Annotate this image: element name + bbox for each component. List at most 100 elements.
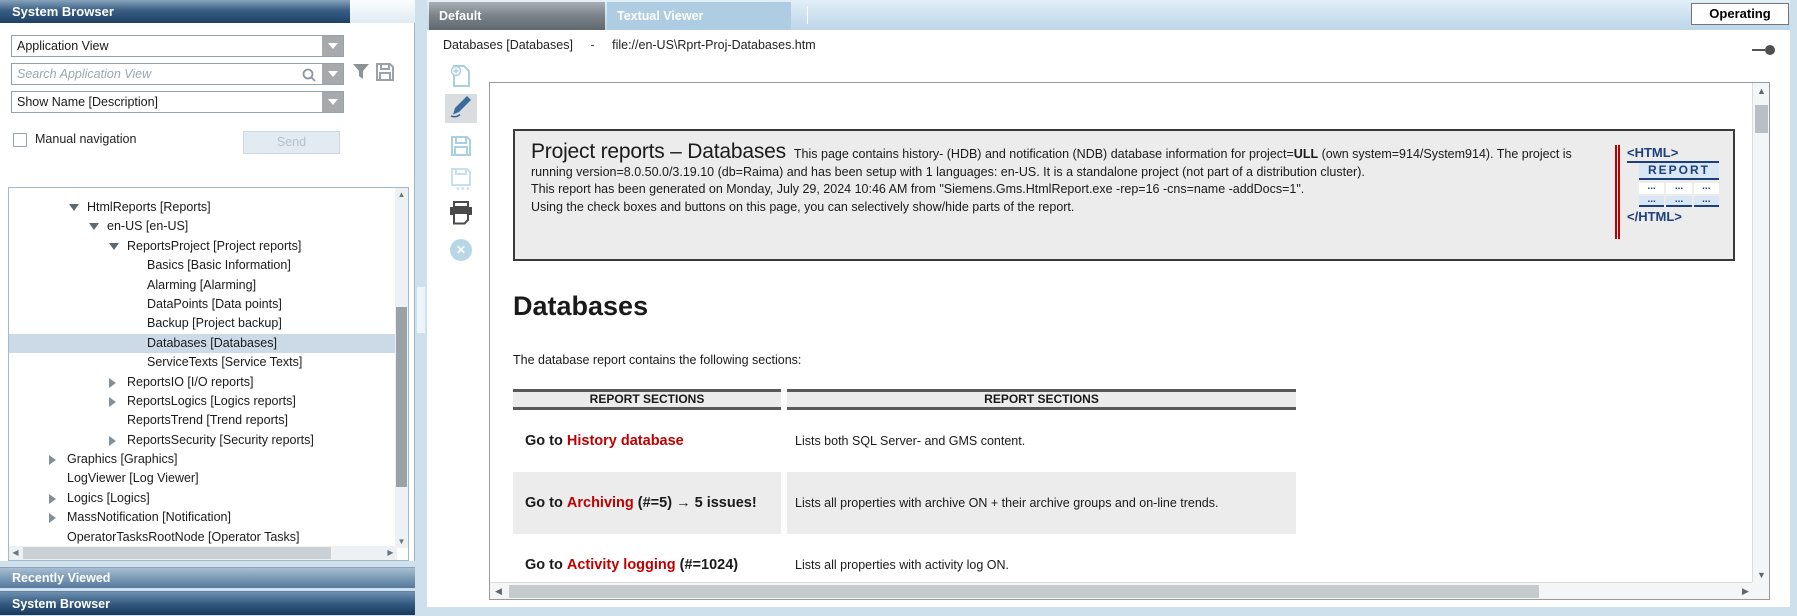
tree-item[interactable]: Databases [Databases] xyxy=(9,334,397,353)
save-search-icon[interactable] xyxy=(375,62,395,87)
expand-icon[interactable] xyxy=(49,455,56,465)
section-link-cell: Go to History database xyxy=(513,410,781,472)
recently-viewed-bar[interactable]: Recently Viewed xyxy=(0,567,415,588)
tree-item[interactable]: ReportsTrend [Trend reports] xyxy=(9,411,397,430)
tree-item[interactable]: en-US [en-US] xyxy=(9,217,397,236)
save-report-button[interactable] xyxy=(445,134,477,163)
tree-item-label: DataPoints [Data points] xyxy=(147,295,282,314)
tree-item[interactable]: MassNotification [Notification] xyxy=(9,508,397,527)
tree-item[interactable]: DataPoints [Data points] xyxy=(9,295,397,314)
expand-icon[interactable] xyxy=(109,436,116,446)
send-button[interactable]: Send xyxy=(243,131,340,154)
manual-navigation-checkbox[interactable] xyxy=(13,133,27,147)
tree-item[interactable]: ReportsLogics [Logics reports] xyxy=(9,392,397,411)
scroll-left-icon[interactable]: ◀ xyxy=(9,546,22,559)
breadcrumb: Databases [Databases] - file://en-US\Rpr… xyxy=(443,38,816,52)
scrollbar-thumb[interactable] xyxy=(23,547,331,559)
section-link[interactable]: History database xyxy=(567,433,684,449)
expand-icon[interactable] xyxy=(109,378,116,388)
report-section-row: Go to Archiving (#=5) → 5 issues!Lists a… xyxy=(513,472,1296,534)
workspace-content: Databases [Databases] - file://en-US\Rpr… xyxy=(427,30,1790,607)
scrollbar-thumb[interactable] xyxy=(396,307,407,487)
go-to-text: Go to xyxy=(525,433,567,449)
tree-item-label: Databases [Databases] xyxy=(147,334,277,353)
tree-item[interactable]: ReportsProject [Project reports] xyxy=(9,237,397,256)
operating-mode-button[interactable]: Operating xyxy=(1691,3,1789,25)
report-sections-table: REPORT SECTIONS REPORT SECTIONS Go to Hi… xyxy=(513,389,1296,584)
display-mode-value: Show Name [Description] xyxy=(17,95,158,109)
chevron-down-icon[interactable] xyxy=(322,92,343,112)
tree-item-label: ReportsTrend [Trend reports] xyxy=(127,411,288,430)
document-title: Databases [Databases] xyxy=(443,38,573,52)
tree-item-label: HtmlReports [Reports] xyxy=(87,198,211,217)
tree-item-label: LogViewer [Log Viewer] xyxy=(67,469,199,488)
tree-item-label: ReportsIO [I/O reports] xyxy=(127,373,253,392)
splitter-grip-icon[interactable] xyxy=(417,287,425,333)
expand-icon[interactable] xyxy=(49,494,56,504)
breadcrumb-separator: - xyxy=(590,38,594,52)
expand-icon[interactable] xyxy=(109,397,116,407)
section-link-cell: Go to Archiving (#=5) → 5 issues! xyxy=(513,472,781,534)
report-section-row: Go to History databaseLists both SQL Ser… xyxy=(513,410,1296,472)
tree-item[interactable]: ReportsSecurity [Security reports] xyxy=(9,431,397,450)
section-suffix: (#=5) → 5 issues! xyxy=(634,495,757,511)
scroll-up-icon[interactable]: ▲ xyxy=(395,188,408,201)
save-as-report-button[interactable] xyxy=(445,167,477,196)
tree-item[interactable]: ServiceTexts [Service Texts] xyxy=(9,353,397,372)
tree-vertical-scrollbar[interactable]: ▲ ▼ xyxy=(395,188,408,548)
panel-splitter[interactable] xyxy=(415,0,427,615)
scrollbar-thumb[interactable] xyxy=(509,585,1539,598)
pin-icon[interactable] xyxy=(1752,43,1776,61)
tree-item[interactable]: Graphics [Graphics] xyxy=(9,450,397,469)
column-header: REPORT SECTIONS xyxy=(787,389,1296,410)
tab-textual-viewer[interactable]: Textual Viewer xyxy=(607,2,791,30)
close-report-button[interactable]: ✕ xyxy=(445,235,477,264)
filter-icon[interactable] xyxy=(352,63,370,86)
tree-item[interactable]: HtmlReports [Reports] xyxy=(9,198,397,217)
tree-item[interactable]: ReportsIO [I/O reports] xyxy=(9,373,397,392)
chevron-down-icon[interactable] xyxy=(322,36,343,56)
scroll-left-icon[interactable]: ◀ xyxy=(490,583,507,600)
html-report-logo: <HTML> REPORT ... ... ... ... ... ... xyxy=(1615,145,1719,249)
section-link[interactable]: Archiving xyxy=(567,495,634,511)
tree-item[interactable]: Basics [Basic Information] xyxy=(9,256,397,275)
expand-icon[interactable] xyxy=(49,513,56,523)
collapse-icon[interactable] xyxy=(89,223,99,230)
chevron-down-icon[interactable] xyxy=(322,64,343,84)
collapse-icon[interactable] xyxy=(69,204,79,211)
tree-item-label: Backup [Project backup] xyxy=(147,314,282,333)
section-description: Lists all properties with activity log O… xyxy=(787,534,1296,584)
scrollbar-thumb[interactable] xyxy=(1755,105,1768,133)
search-field[interactable] xyxy=(11,63,344,85)
tree-item[interactable]: LogViewer [Log Viewer] xyxy=(9,469,397,488)
edit-report-button[interactable] xyxy=(445,94,477,123)
scroll-up-icon[interactable]: ▲ xyxy=(1753,83,1770,100)
tree-item-label: OperatorTasksRootNode [Operator Tasks] xyxy=(67,528,300,547)
tree-item[interactable]: OperatorTasksRootNode [Operator Tasks] xyxy=(9,528,397,547)
report-horizontal-scrollbar[interactable]: ◀ ▶ xyxy=(490,582,1754,599)
view-selector-dropdown[interactable]: Application View xyxy=(11,35,344,57)
logo-cell: ... xyxy=(1666,183,1691,194)
panel-title-notch xyxy=(350,0,415,23)
tree-horizontal-scrollbar[interactable]: ◀ ▶ xyxy=(9,546,397,560)
display-mode-dropdown[interactable]: Show Name [Description] xyxy=(11,91,344,113)
system-browser-bar[interactable]: System Browser xyxy=(0,591,415,615)
tree-item-label: Graphics [Graphics] xyxy=(67,450,177,469)
tree-item-label: Logics [Logics] xyxy=(67,489,150,508)
tree-item-label: Basics [Basic Information] xyxy=(147,256,291,275)
search-icon[interactable] xyxy=(301,67,317,89)
scroll-right-icon[interactable]: ▶ xyxy=(384,546,397,559)
tab-default[interactable]: Default xyxy=(429,2,605,30)
save-as-icon xyxy=(449,167,473,196)
report-vertical-scrollbar[interactable]: ▲ ▼ xyxy=(1752,83,1769,584)
tree-item[interactable]: Alarming [Alarming] xyxy=(9,276,397,295)
tree-item[interactable]: Backup [Project backup] xyxy=(9,314,397,333)
search-input[interactable] xyxy=(12,64,343,84)
logo-cell: ... xyxy=(1639,196,1664,207)
section-link[interactable]: Activity logging xyxy=(567,557,676,573)
tree-item[interactable]: Logics [Logics] xyxy=(9,489,397,508)
new-report-button[interactable] xyxy=(445,64,477,93)
print-report-button[interactable] xyxy=(445,200,477,229)
workspace-panel: Default Textual Viewer Operating Databas… xyxy=(427,0,1790,607)
collapse-icon[interactable] xyxy=(109,243,119,250)
